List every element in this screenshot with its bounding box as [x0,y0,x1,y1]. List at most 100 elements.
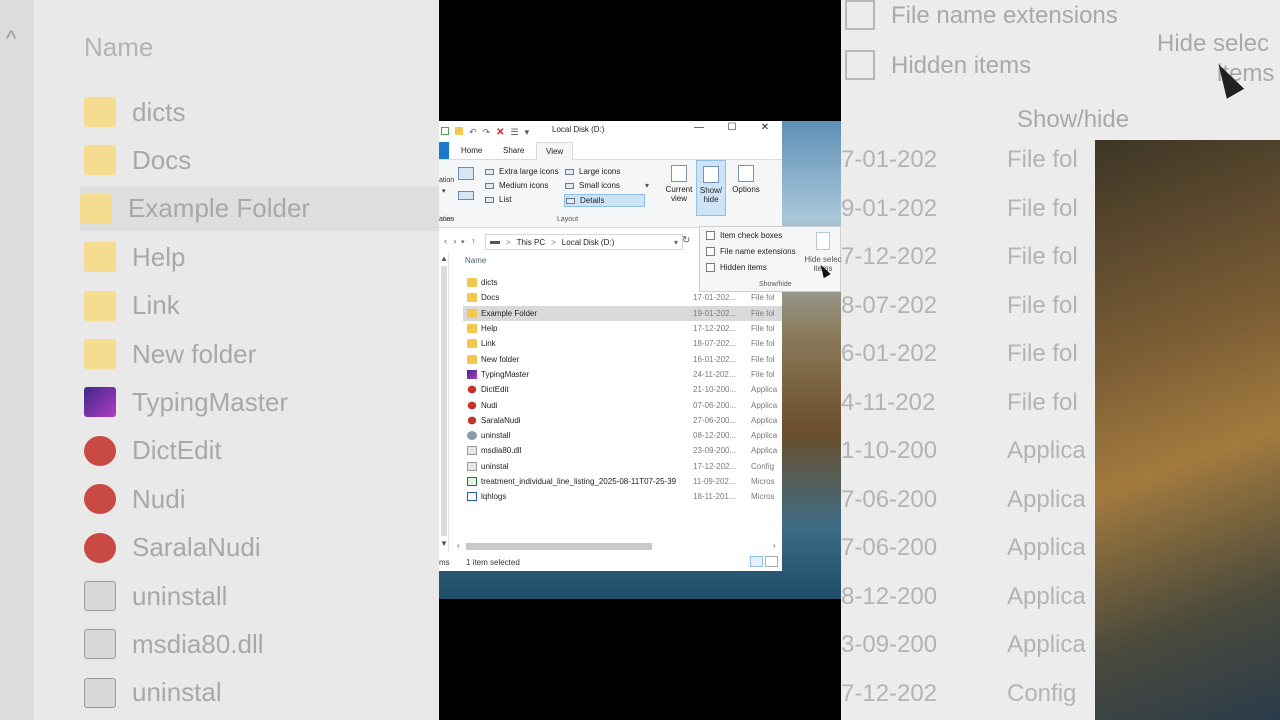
background-date: 7-12-202 [841,679,938,707]
breadcrumb-sep: > [551,237,556,247]
layout-scroll-icon[interactable]: ▾ [645,181,649,190]
file-explorer-window: ↶ ↷ ✕ ☰ ▾ Local Disk (D:) — ☐ ✕ Home Sha… [439,121,782,571]
layout-small-icons[interactable]: Small icons [565,181,620,190]
folder-icon [84,97,116,127]
options-button[interactable]: Options [729,160,763,216]
undo-icon[interactable]: ↶ [469,127,477,137]
list-item[interactable]: treatment_individual_line_listing_2025-0… [463,474,782,489]
file-icon [84,581,116,611]
show-hide-button[interactable]: Show/ hide [696,160,726,216]
quick-access-toolbar: ↶ ↷ ✕ ☰ ▾ [441,126,535,138]
background-list-item-label: New folder [132,338,257,369]
list-item[interactable]: Nudi 07-06-200... Applica [463,397,782,412]
maximize-button[interactable]: ☐ [716,122,748,139]
file-name-extensions-checkbox[interactable] [706,247,715,256]
details-pane-icon[interactable] [458,191,474,200]
chevron-down-icon[interactable]: ▾ [525,127,530,137]
background-list-item-label: Help [132,241,186,272]
folder-icon [84,339,116,369]
recent-icon[interactable]: ▾ [461,239,465,246]
current-view-button[interactable]: Current view [663,160,695,216]
scroll-right-icon[interactable]: › [773,541,776,550]
column-header-name[interactable]: Name [465,256,486,265]
list-item-date: 21-10-200... [693,385,737,395]
list-item-date: 07-06-200... [693,400,737,410]
breadcrumb-local-disk[interactable]: Local Disk (D:) [562,238,614,247]
background-list-item-label: uninstall [132,580,228,611]
background-type: Applica [1007,437,1086,464]
horizontal-scrollbar[interactable]: ‹ › [456,541,782,552]
address-bar[interactable]: > This PC > Local Disk (D:) ▾ [485,234,683,250]
list-item-name: Example Folder [481,308,538,318]
options-icon [738,165,754,182]
navigation-scrollbar[interactable] [441,266,447,536]
layout-list[interactable]: List [485,195,511,204]
hidden-items-checkbox[interactable] [706,263,715,272]
list-item-name: uninstal [481,461,509,471]
details-view-icon[interactable] [750,556,763,567]
list-item[interactable]: Link 18-07-202... File fol [463,336,782,351]
close-button[interactable]: ✕ [749,122,781,139]
file-name-extensions-label[interactable]: File name extensions [720,247,796,256]
delete-icon[interactable]: ✕ [496,127,504,138]
rename-icon[interactable]: ☰ [510,127,518,137]
folder-icon [467,324,477,334]
dictedit-icon [467,385,477,394]
scroll-left-icon[interactable]: ‹ [457,541,460,550]
refresh-icon[interactable]: ↻ [682,235,690,246]
chevron-down-icon[interactable]: ▾ [674,238,678,247]
background-zoom-left: ^ Name dicts Docs Example Folder Help Link Ne… [0,0,439,720]
list-item[interactable]: uninstal 17-12-202... Config [463,459,782,474]
list-item[interactable]: Help 17-12-202... File fol [463,321,782,336]
list-item[interactable]: New folder 16-01-202... File fol [463,351,782,366]
forward-icon[interactable]: › [454,236,457,246]
tab-view[interactable]: View [536,142,574,162]
layout-medium-icons[interactable]: Medium icons [485,181,548,190]
list-item[interactable]: Docs 17-01-202... File fol [463,290,782,305]
chevron-up-icon: ^ [6,26,17,51]
list-item[interactable]: SaralaNudi 27-06-200... Applica [463,413,782,428]
tab-file[interactable] [439,142,449,159]
background-list-item-label: Example Folder [128,193,311,224]
list-item[interactable]: TypingMaster 24-11-202... File fol [463,367,782,382]
new-folder-icon[interactable] [455,126,463,135]
item-check-boxes-label[interactable]: Item check boxes [720,231,782,240]
list-item[interactable]: DictEdit 21-10-200... Applica [463,382,782,397]
list-item-name: msdia80.dll [481,446,522,456]
list-item[interactable]: Example Folder 19-01-202... File fol [463,305,782,321]
minimize-button[interactable]: — [683,122,715,139]
list-item-date: 11-09-202... [693,477,736,486]
redo-icon[interactable]: ↷ [483,127,491,137]
list-item-date: 16-01-202... [693,354,737,364]
folder-icon [467,339,477,349]
up-icon[interactable]: ↑ [471,236,476,246]
breadcrumb-this-pc[interactable]: This PC [517,238,545,247]
tab-share[interactable]: Share [503,146,524,155]
nudi-icon [467,416,477,425]
back-icon[interactable]: ‹ [444,236,447,246]
scroll-thumb[interactable] [466,543,652,550]
hidden-items-label[interactable]: Hidden items [720,263,767,272]
tab-home[interactable]: Home [461,146,482,155]
scroll-up-icon[interactable]: ▲ [440,254,448,263]
preview-pane-icon[interactable] [458,167,474,180]
list-item-type: File fol [751,339,775,349]
navigation-pane-label[interactable]: ation [439,177,454,184]
layout-extra-large-icons[interactable]: Extra large icons [485,167,559,176]
layout-large-icons[interactable]: Large icons [565,167,620,176]
list-item[interactable]: msdia80.dll 23-09-200... Applica [463,443,782,458]
large-icons-view-icon[interactable] [765,556,778,567]
layout-details[interactable]: Details [564,194,646,207]
background-date: 1-10-200 [841,437,938,464]
scroll-down-icon[interactable]: ▼ [440,539,448,548]
properties-check-icon[interactable] [441,126,449,135]
chevron-down-icon[interactable]: ▾ [442,187,446,195]
list-item-name: Help [481,324,498,334]
checkbox-icon [845,0,875,30]
item-check-boxes-checkbox[interactable] [706,231,715,240]
list-item-name: TypingMaster [481,369,530,379]
panes-group-label-2: anes [439,216,455,223]
list-item[interactable]: lqhlogs 18-11-201... Micros [463,489,782,504]
background-list-item: TypingMaster [84,380,439,424]
list-item[interactable]: uninstall 08-12-200... Applica [463,428,782,443]
